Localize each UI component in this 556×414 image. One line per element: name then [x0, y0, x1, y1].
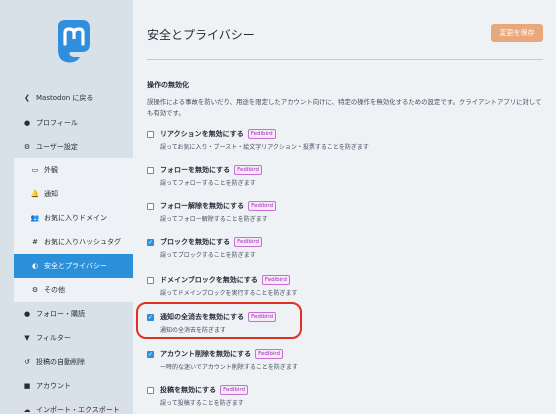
sidebar-item-user-settings[interactable]: ⚙ ユーザー設定	[0, 135, 133, 159]
option-hint: 一時的な迷いでアカウント削除することを防ぎます	[160, 364, 298, 371]
fedibird-badge: Fedibird	[234, 165, 263, 175]
cog-icon: ⚙	[31, 286, 39, 294]
sidebar-item-follow[interactable]: ● フォロー・購読	[0, 302, 133, 326]
main-content: 安全とプライバシー 変更を保存 操作の無効化 誤操作による事故を防いだり、用途を…	[133, 0, 556, 414]
chevron-left-icon: ❮	[24, 94, 30, 102]
page-title: 安全とプライバシー	[147, 28, 255, 42]
users-icon: 👥	[30, 214, 40, 222]
option-hint: 誤ってフォロー解除することを防ぎます	[160, 216, 268, 223]
option-row: フォロー解除を無効にする Fedibird	[147, 200, 547, 212]
option-checkbox[interactable]	[147, 238, 154, 246]
option-item: ブロックを無効にする Fedibird 誤ってブロックすることを防ぎます	[147, 236, 547, 259]
option-hint: 誤ってドメインブロックを実行することを防ぎます	[160, 290, 298, 297]
sidebar: ❮ Mastodon に戻る ● プロフィール ⚙ ユーザー設定 ▭ 外観 🔔 …	[0, 0, 133, 414]
cloud-icon: ☁	[23, 406, 31, 414]
gear-icon: ⚙	[23, 143, 31, 151]
option-row: ブロックを無効にする Fedibird	[147, 236, 547, 248]
sidebar-item-favourite-tags[interactable]: # お気に入りハッシュタグ	[14, 230, 133, 254]
fedibird-badge: Fedibird	[261, 275, 290, 285]
filter-icon: ▼	[24, 334, 30, 342]
option-hint: 誤って投稿することを防ぎます	[160, 400, 244, 407]
fedibird-badge: Fedibird	[248, 201, 277, 211]
sidebar-item-label: アカウント	[36, 382, 71, 390]
option-row: ドメインブロックを無効にする Fedibird	[147, 274, 547, 286]
sidebar-item-profile[interactable]: ● プロフィール	[0, 111, 133, 135]
sidebar-item-label: 外観	[44, 166, 58, 174]
sidebar-item-label: 投稿の自動削除	[36, 358, 85, 366]
sidebar-item-auto-delete[interactable]: ↺ 投稿の自動削除	[0, 350, 133, 374]
mastodon-logo	[58, 20, 90, 63]
user-icon: ●	[23, 119, 31, 127]
divider	[147, 59, 543, 60]
sidebar-item-label: インポート・エクスポート	[36, 406, 120, 414]
option-row: フォローを無効にする Fedibird	[147, 164, 547, 176]
sidebar-item-favourite-domains[interactable]: 👥 お気に入りドメイン	[14, 206, 133, 230]
sidebar-item-label: Mastodon に戻る	[36, 94, 94, 102]
users-icon: ●	[23, 310, 31, 318]
option-item: フォローを無効にする Fedibird 誤ってフォローすることを防ぎます	[147, 164, 547, 187]
option-checkbox[interactable]	[147, 202, 154, 210]
option-label[interactable]: フォロー解除を無効にする	[160, 201, 244, 211]
option-label[interactable]: フォローを無効にする	[160, 165, 230, 175]
option-item: アカウント削除を無効にする Fedibird 一時的な迷いでアカウント削除することを…	[147, 348, 547, 371]
option-hint: 誤ってブロックすることを防ぎます	[160, 252, 256, 259]
save-button[interactable]: 変更を保存	[491, 24, 543, 42]
sidebar-item-notifications[interactable]: 🔔 通知	[14, 182, 133, 206]
highlight-annotation	[136, 302, 302, 339]
section-description: 誤操作による事故を防いだり、用途を限定したアカウント向けに、特定の操作を無効化す…	[147, 98, 542, 117]
fedibird-badge: Fedibird	[234, 237, 263, 247]
sidebar-item-label: お気に入りハッシュタグ	[44, 238, 121, 246]
sidebar-item-back[interactable]: ❮ Mastodon に戻る	[0, 86, 133, 110]
option-label[interactable]: ブロックを無効にする	[160, 237, 230, 247]
monitor-icon: ▭	[31, 166, 39, 174]
option-row: リアクションを無効にする Fedibird	[147, 128, 547, 140]
option-row: 投稿を無効にする Fedibird	[147, 384, 547, 396]
sidebar-item-import-export[interactable]: ☁ インポート・エクスポート	[0, 398, 133, 414]
sidebar-item-label: 安全とプライバシー	[44, 262, 107, 270]
sidebar-item-filter[interactable]: ▼ フィルター	[0, 326, 133, 350]
shield-icon: ◐	[31, 262, 39, 270]
lock-icon: ■	[23, 382, 31, 390]
bell-icon: 🔔	[30, 190, 40, 198]
sidebar-item-account[interactable]: ■ アカウント	[0, 374, 133, 398]
option-hint: 誤ってフォローすることを防ぎます	[160, 180, 256, 187]
option-checkbox[interactable]	[147, 386, 154, 394]
sidebar-item-label: プロフィール	[36, 119, 78, 127]
sidebar-item-other[interactable]: ⚙ その他	[14, 278, 133, 302]
option-item: ドメインブロックを無効にする Fedibird 誤ってドメインブロックを実行すること…	[147, 274, 547, 297]
sidebar-item-label: 通知	[44, 190, 58, 198]
option-checkbox[interactable]	[147, 350, 154, 358]
sidebar-item-label: ユーザー設定	[36, 143, 78, 151]
fedibird-badge: Fedibird	[247, 129, 276, 139]
sidebar-item-label: フィルター	[36, 334, 71, 342]
option-checkbox[interactable]	[147, 130, 154, 138]
section-title: 操作の無効化	[147, 81, 189, 89]
sidebar-item-appearance[interactable]: ▭ 外観	[14, 158, 133, 182]
sidebar-item-label: フォロー・購読	[36, 310, 85, 318]
option-hint: 誤ってお気に入り・ブースト・絵文字リアクション・投票することを防ぎます	[160, 144, 369, 151]
option-checkbox[interactable]	[147, 166, 154, 174]
hashtag-icon: #	[32, 238, 38, 246]
fedibird-badge: Fedibird	[220, 385, 249, 395]
option-label[interactable]: ドメインブロックを無効にする	[160, 275, 258, 285]
sidebar-item-label: お気に入りドメイン	[44, 214, 107, 222]
option-item: フォロー解除を無効にする Fedibird 誤ってフォロー解除することを防ぎます	[147, 200, 547, 223]
option-label[interactable]: アカウント削除を無効にする	[160, 349, 251, 359]
option-item: リアクションを無効にする Fedibird 誤ってお気に入り・ブースト・絵文字リアク…	[147, 128, 547, 151]
option-row: アカウント削除を無効にする Fedibird	[147, 348, 547, 360]
option-label[interactable]: 投稿を無効にする	[160, 385, 216, 395]
option-label[interactable]: リアクションを無効にする	[160, 129, 244, 139]
sidebar-item-label: その他	[44, 286, 65, 294]
sidebar-item-safety-privacy[interactable]: ◐ 安全とプライバシー	[14, 254, 133, 278]
fedibird-badge: Fedibird	[255, 349, 284, 359]
history-icon: ↺	[24, 358, 30, 366]
option-checkbox[interactable]	[147, 276, 154, 284]
option-item: 投稿を無効にする Fedibird 誤って投稿することを防ぎます	[147, 384, 547, 407]
